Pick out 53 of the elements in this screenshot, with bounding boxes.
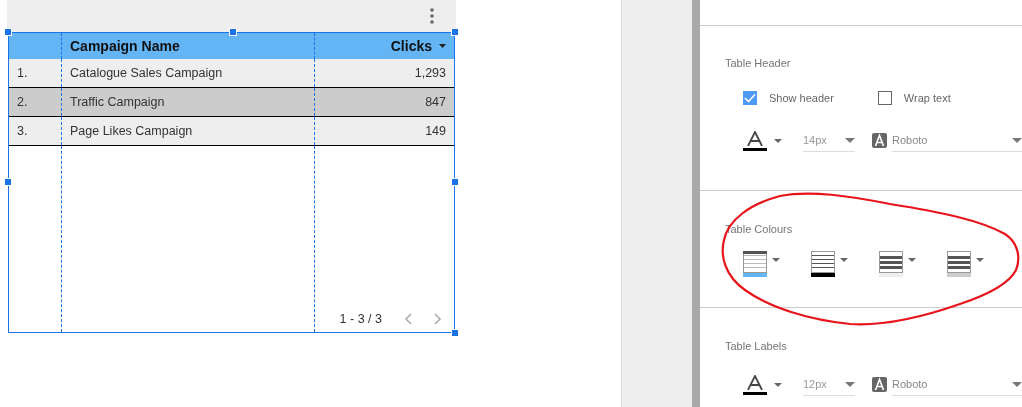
font-icon — [872, 377, 887, 392]
resize-handle[interactable] — [4, 178, 12, 186]
text-color-icon — [743, 374, 767, 395]
resize-handle[interactable] — [451, 178, 459, 186]
table-colour-icon — [811, 251, 835, 277]
table-cell: 3. — [17, 124, 28, 138]
checkbox[interactable] — [877, 91, 892, 105]
resize-handle[interactable] — [4, 28, 12, 36]
resize-handle[interactable] — [451, 329, 459, 337]
dropdown-caret-icon — [772, 258, 780, 262]
table-colour-icon — [947, 251, 971, 277]
section-title: Table Labels — [725, 340, 788, 352]
pagination-range: 1 - 3 / 3 — [339, 312, 382, 326]
dropdown-caret-icon — [774, 138, 782, 143]
table-colour-picker[interactable] — [743, 251, 783, 277]
table-colour-icon — [743, 251, 767, 277]
section-title: Table Header — [725, 57, 792, 69]
checkbox-label[interactable]: Show header — [769, 92, 834, 104]
table-cell: 2. — [17, 95, 28, 109]
font-family-dropdown[interactable]: Roboto — [892, 373, 1022, 396]
table-cell: Catalogue Sales Campaign — [70, 66, 223, 80]
font-family-dropdown[interactable]: Roboto — [892, 129, 1022, 152]
table-colour-picker[interactable] — [811, 251, 851, 277]
sort-caret-icon[interactable] — [439, 44, 446, 48]
font-icon — [872, 133, 887, 148]
checkbox-label[interactable]: Wrap text — [903, 92, 951, 104]
dropdown-caret-icon — [840, 258, 848, 262]
table-cell: 149 — [425, 124, 446, 138]
table-row[interactable]: 2. Traffic Campaign 847 — [9, 88, 454, 117]
dropdown-caret-icon — [1012, 381, 1022, 387]
checkbox[interactable] — [743, 91, 757, 105]
table-cell: 1. — [17, 66, 28, 80]
dropdown-caret-icon — [976, 258, 984, 262]
column-header[interactable]: Clicks — [390, 38, 432, 54]
more-options-icon[interactable] — [430, 8, 434, 24]
table-row[interactable]: 1. Catalogue Sales Campaign 1,293 — [9, 59, 454, 88]
table-cell: 1,293 — [414, 66, 446, 80]
table-cell: Page Likes Campaign — [70, 124, 193, 138]
dropdown-caret-icon — [774, 382, 782, 387]
dropdown-caret-icon — [845, 381, 855, 387]
table-colour-icon — [879, 251, 903, 277]
dropdown-caret-icon — [845, 137, 855, 143]
table-cell: Traffic Campaign — [70, 95, 165, 109]
text-color-icon — [743, 130, 767, 151]
table-colour-picker[interactable] — [879, 251, 919, 277]
dropdown-caret-icon — [1012, 137, 1022, 143]
table-row[interactable]: 3. Page Likes Campaign 149 — [9, 117, 454, 146]
table-colour-picker[interactable] — [947, 251, 987, 277]
column-header[interactable]: Campaign Name — [70, 38, 180, 54]
table-cell: 847 — [425, 95, 446, 109]
resize-handle[interactable] — [229, 28, 237, 36]
resize-handle[interactable] — [451, 28, 459, 36]
dropdown-caret-icon — [908, 258, 916, 262]
